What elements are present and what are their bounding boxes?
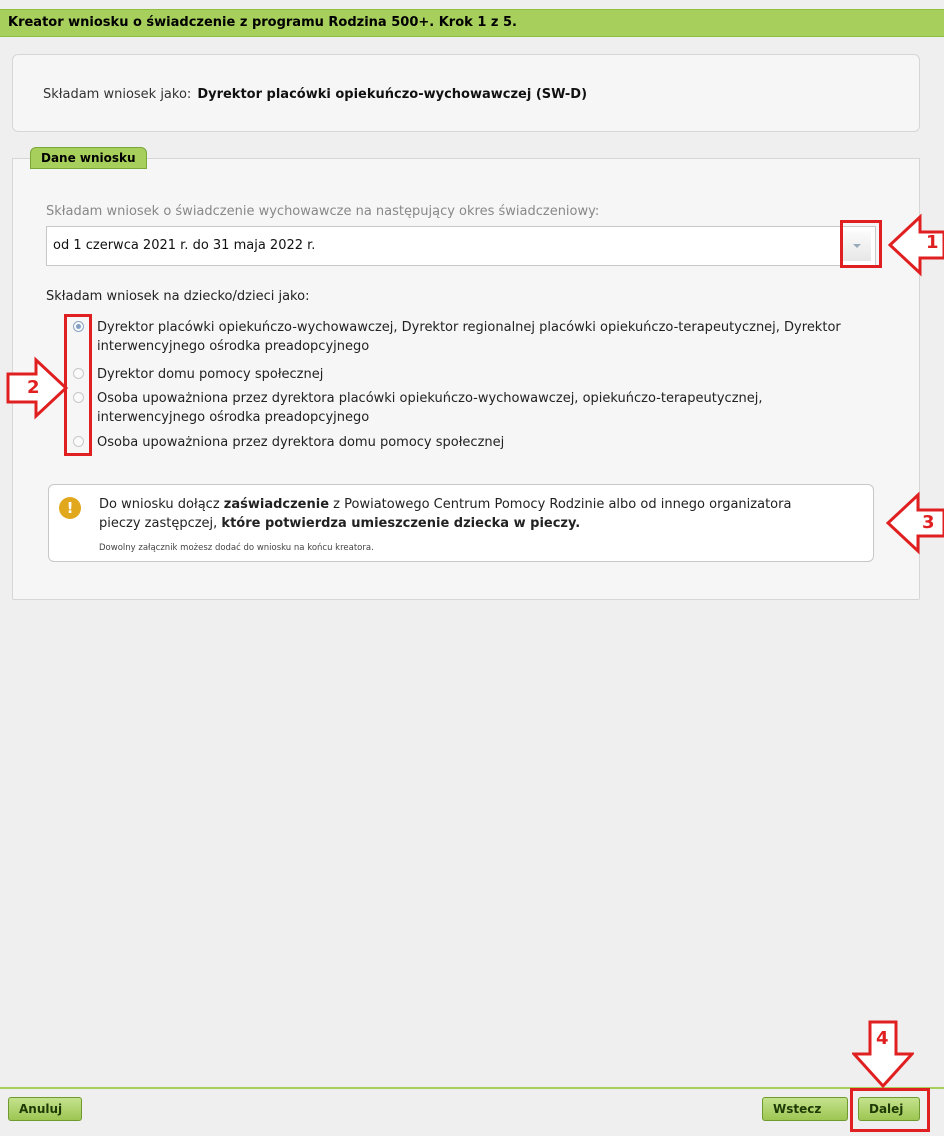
period-select-value: od 1 czerwca 2021 r. do 31 maja 2022 r. (53, 238, 316, 253)
warning-icon: ! (59, 497, 81, 519)
radio-option-label: Osoba upoważniona przez dyrektora placów… (97, 389, 917, 427)
info-text-bold: zaświadczenie (223, 497, 330, 512)
annotation-box-2 (64, 314, 92, 456)
annotation-arrow-left-icon (886, 491, 944, 555)
section-legend: Dane wniosku (30, 147, 147, 169)
wizard-title: Kreator wniosku o świadczenie z programu… (8, 15, 517, 30)
info-text-part: z Powiatowego Centrum Pomocy Rodzinie al… (329, 497, 792, 512)
annotation-number-4: 4 (876, 1028, 889, 1049)
role-panel: Składam wniosek jako: Dyrektor placówki o… (12, 54, 920, 132)
radio-option-label: Osoba upoważniona przez dyrektora domu p… (97, 435, 505, 450)
info-small-note: Dowolny załącznik możesz dodać do wniosk… (99, 543, 374, 553)
wizard-titlebar: Kreator wniosku o świadczenie z programu… (0, 9, 944, 37)
role-line: Składam wniosek jako: Dyrektor placówki o… (43, 87, 587, 102)
radio-option-label: Dyrektor placówki opiekuńczo-wychowawcze… (97, 318, 917, 356)
info-text-part: pieczy zastępczej, (99, 516, 222, 531)
footer-divider (0, 1087, 944, 1089)
radio-option-label: Dyrektor domu pomocy społecznej (97, 367, 324, 382)
role-value: Dyrektor placówki opiekuńczo-wychowawcze… (197, 87, 588, 102)
info-box: ! Do wniosku dołącz zaświadczenie z Powi… (48, 484, 874, 562)
radio-option-label-line2: interwencyjnego ośrodka preadopcyjnego (97, 339, 370, 354)
annotation-number-2: 2 (27, 377, 40, 398)
applicant-type-label: Składam wniosek na dziecko/dzieci jako: (46, 289, 310, 304)
role-label: Składam wniosek jako: (43, 87, 192, 102)
back-button[interactable]: Wstecz (762, 1097, 848, 1121)
annotation-number-3: 3 (922, 512, 935, 533)
info-text-part: Do wniosku dołącz (99, 497, 224, 512)
annotation-box-4 (850, 1088, 930, 1132)
cancel-button[interactable]: Anuluj (8, 1097, 82, 1121)
period-label: Składam wniosek o świadczenie wychowawcz… (46, 204, 600, 219)
radio-option-label-line1: Dyrektor placówki opiekuńczo-wychowawcze… (97, 320, 841, 335)
annotation-box-1 (840, 220, 882, 268)
info-text-bold: które potwierdza umieszczenie dziecka w … (221, 516, 581, 531)
radio-option-label-line1: Osoba upoważniona przez dyrektora placów… (97, 391, 763, 406)
radio-option-label-line2: interwencyjnego ośrodka preadopcyjnego (97, 410, 370, 425)
period-select[interactable]: od 1 czerwca 2021 r. do 31 maja 2022 r. (46, 226, 876, 266)
info-text: Do wniosku dołącz zaświadczenie z Powiat… (99, 495, 859, 533)
annotation-number-1: 1 (926, 232, 939, 253)
wizard-window: Kreator wniosku o świadczenie z programu… (0, 0, 944, 1136)
